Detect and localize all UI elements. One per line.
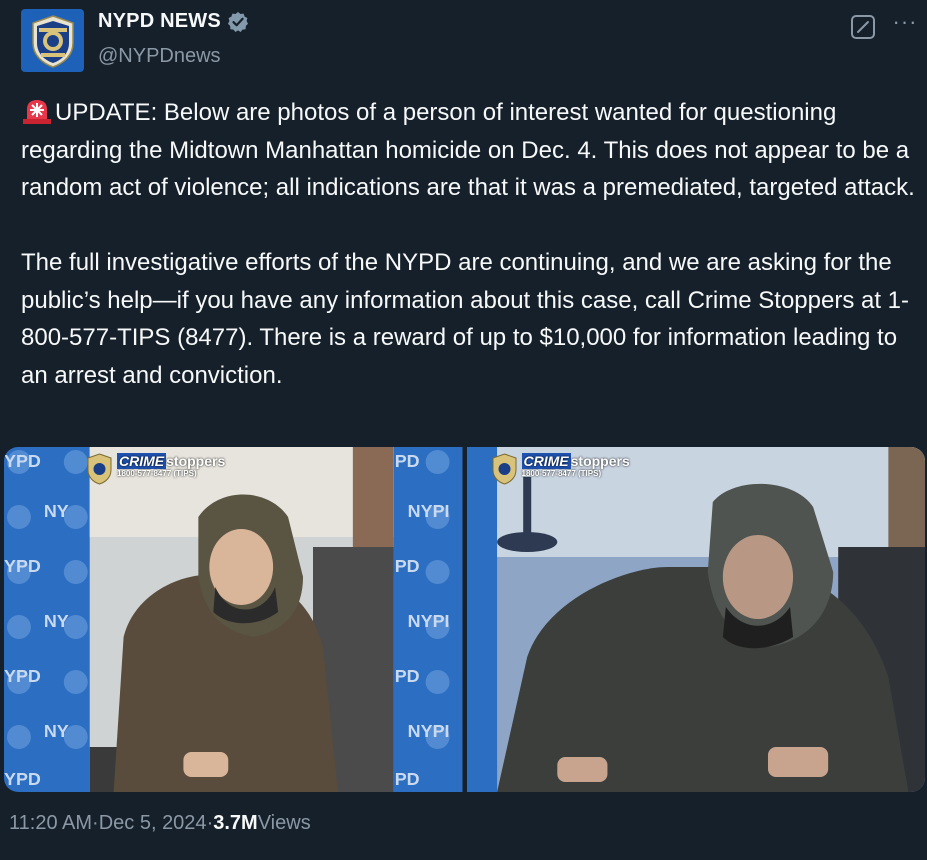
tweet-paragraph-2: The full investigative efforts of the NY… <box>21 249 910 389</box>
more-options-button[interactable]: ··· <box>890 9 920 38</box>
crime-stoppers-stoppers-label: stoppers <box>166 453 226 469</box>
svg-text:NY: NY <box>44 721 69 741</box>
svg-text:YPD: YPD <box>4 556 41 576</box>
siren-icon <box>23 100 51 124</box>
nypd-avatar[interactable] <box>21 9 84 72</box>
tweet-time[interactable]: 11:20 AM <box>9 812 92 835</box>
tweet-card: NYPD NEWS @NYPDnews ··· UPDATE: Below ar… <box>0 0 927 860</box>
crime-stoppers-logo: CRIME stoppers 1800-577-8477 (TIPS) <box>491 453 630 485</box>
tweet-paragraph-1: UPDATE: Below are photos of a person of … <box>21 94 921 207</box>
meta-separator: · <box>92 812 99 834</box>
svg-text:YPD: YPD <box>4 666 41 686</box>
more-dots-icon: ··· <box>892 9 918 34</box>
nypd-shield-icon <box>492 453 516 485</box>
suspect-photo-2-image <box>466 447 925 792</box>
suspect-photo-2[interactable]: CRIME stoppers 1800-577-8477 (TIPS) <box>466 447 925 792</box>
svg-text:NYPI: NYPI <box>408 501 450 521</box>
svg-text:PD: PD <box>395 769 420 789</box>
tweet-date[interactable]: Dec 5, 2024 <box>99 812 207 835</box>
crime-stoppers-logo: CRIME stoppers 1800-577-8477 (TIPS) <box>86 453 225 485</box>
meta-separator: · <box>206 812 214 834</box>
media-grid: YPD NY YPD NY YPD NY YPD PD NYPI PD NYPI PD NYPI PD <box>4 447 925 792</box>
crime-stoppers-stoppers-label: stoppers <box>570 453 630 469</box>
author-handle[interactable]: @NYPDnews <box>98 45 221 68</box>
nypd-badge-icon <box>31 14 74 68</box>
author-name-row[interactable]: NYPD NEWS <box>98 10 249 33</box>
grok-icon <box>851 15 875 39</box>
crime-stoppers-phone: 1800-577-8477 (TIPS) <box>117 469 197 478</box>
svg-text:YPD: YPD <box>4 769 41 789</box>
svg-text:YPD: YPD <box>4 451 41 471</box>
suspect-photo-1[interactable]: YPD NY YPD NY YPD NY YPD PD NYPI PD NYPI PD NYPI PD <box>4 447 463 792</box>
grok-button[interactable] <box>850 14 876 40</box>
crime-stoppers-crime-label: CRIME <box>521 453 571 469</box>
tweet-meta: 11:20 AM · Dec 5, 2024 · 3.7M Views <box>9 812 311 835</box>
suspect-photo-1-image: YPD NY YPD NY YPD NY YPD PD NYPI PD NYPI PD NYPI PD <box>4 447 463 792</box>
crime-stoppers-phone: 1800-577-8477 (TIPS) <box>521 469 602 478</box>
svg-text:PD: PD <box>395 451 420 471</box>
svg-text:NYPI: NYPI <box>408 721 450 741</box>
svg-text:NY: NY <box>44 501 69 521</box>
svg-text:PD: PD <box>395 666 420 686</box>
author-display-name[interactable]: NYPD NEWS <box>98 10 221 33</box>
svg-text:NY: NY <box>44 611 69 631</box>
svg-text:PD: PD <box>395 556 420 576</box>
svg-text:NYPI: NYPI <box>408 611 450 631</box>
tweet-text: UPDATE: Below are photos of a person of … <box>21 94 921 394</box>
nypd-shield-icon <box>87 453 112 485</box>
views-count[interactable]: 3.7M <box>213 812 257 835</box>
verified-badge-icon <box>227 11 248 32</box>
crime-stoppers-crime-label: CRIME <box>117 453 167 469</box>
views-label: Views <box>257 812 311 834</box>
tweet-paragraph-1-text: UPDATE: Below are photos of a person of … <box>21 99 915 201</box>
